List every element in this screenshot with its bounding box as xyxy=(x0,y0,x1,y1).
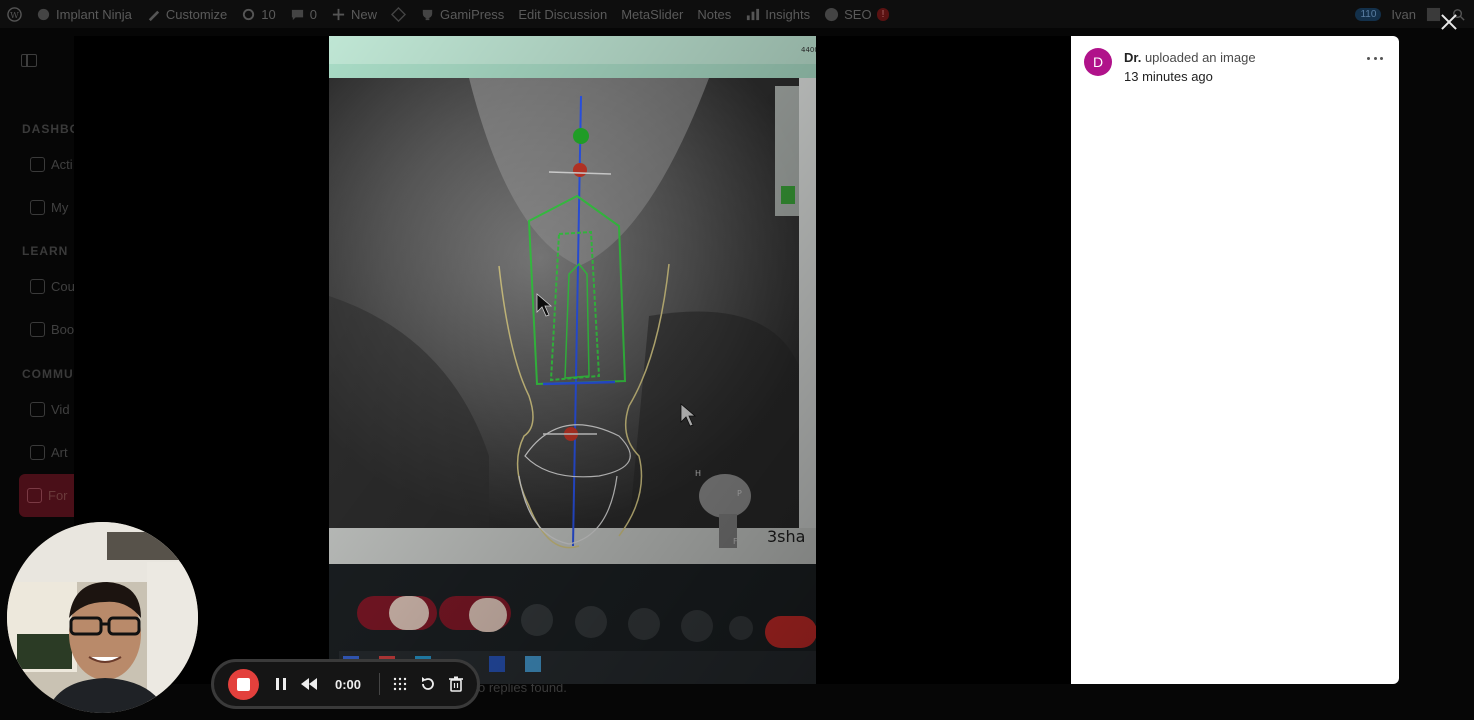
updates-count: 10 xyxy=(261,6,276,22)
course-icon xyxy=(30,278,45,294)
dot-icon xyxy=(1380,56,1383,60)
trash-icon xyxy=(449,676,463,692)
pause-button[interactable] xyxy=(267,670,295,698)
sidebar-item-label: Art xyxy=(51,444,68,460)
metaslider-label: MetaSlider xyxy=(621,6,684,22)
brush-icon xyxy=(148,10,159,21)
seo-badge: ! xyxy=(876,7,890,21)
seo-label: SEO xyxy=(844,6,872,22)
bar-chart-icon xyxy=(747,8,760,20)
video-icon xyxy=(30,401,45,417)
site-name: Implant Ninja xyxy=(56,6,132,22)
new-content-link[interactable]: New xyxy=(324,7,384,22)
photo-of-laptop-screen: 4400 3sha xyxy=(329,36,816,684)
seo-icon xyxy=(825,7,839,21)
sidebar-item-videos[interactable]: Vid xyxy=(22,394,74,424)
webcam-preview[interactable] xyxy=(7,522,198,713)
gamipress-label: GamiPress xyxy=(440,6,505,22)
insights-label: Insights xyxy=(765,6,811,22)
forum-icon xyxy=(27,488,42,503)
comments-count: 0 xyxy=(309,6,317,22)
dot-icon xyxy=(1367,56,1370,60)
user-name[interactable]: Ivan xyxy=(1391,7,1416,22)
author-avatar[interactable]: D xyxy=(1084,48,1112,76)
sidebar-item-forums[interactable]: For xyxy=(19,474,75,517)
upload-action: uploaded an image xyxy=(1141,50,1256,65)
sidebar-item-activity[interactable]: Acti xyxy=(22,149,74,179)
edit-discussion-label: Edit Discussion xyxy=(518,6,608,22)
uploaded-image[interactable]: 4400 3sha xyxy=(329,36,816,684)
upload-activity-line: Dr. uploaded an image xyxy=(1124,50,1256,65)
grid-dots-icon xyxy=(393,677,407,691)
site-name-link[interactable]: Implant Ninja xyxy=(29,7,139,22)
sidebar-toggle-icon[interactable] xyxy=(21,54,37,67)
recording-controls: 0:00 xyxy=(211,659,480,709)
edit-discussion-link[interactable]: Edit Discussion xyxy=(511,7,614,22)
notification-count[interactable]: 110 xyxy=(1355,7,1382,21)
drawing-tools-button[interactable] xyxy=(386,670,414,698)
notes-label: Notes xyxy=(697,6,732,22)
sidebar-item-articles[interactable]: Art xyxy=(22,437,74,467)
wordpress-icon: W xyxy=(7,6,22,22)
sidebar-item-label: Cou xyxy=(51,278,75,294)
insights-link[interactable]: Insights xyxy=(738,7,817,22)
customize-link[interactable]: Customize xyxy=(139,7,234,22)
rewind-icon xyxy=(301,678,317,690)
rewind-button[interactable] xyxy=(295,670,323,698)
admin-bar: W Implant Ninja Customize 10 0 New GamiP… xyxy=(0,0,1474,28)
profile-icon xyxy=(30,199,45,215)
sidebar-item-label: Boo xyxy=(51,321,75,337)
presenter-face-image xyxy=(7,522,198,713)
author-name[interactable]: Dr. xyxy=(1124,50,1141,65)
comments-link[interactable]: 0 xyxy=(283,7,324,22)
updates-link[interactable]: 10 xyxy=(234,7,282,22)
article-icon xyxy=(30,444,45,460)
sidebar-item-my[interactable]: My xyxy=(22,192,74,222)
stop-recording-button[interactable] xyxy=(228,668,259,700)
image-lightbox: 4400 3sha xyxy=(74,36,1071,684)
more-options-button[interactable] xyxy=(1367,51,1383,65)
customize-label: Customize xyxy=(165,6,228,22)
pause-icon xyxy=(276,678,286,690)
activity-icon xyxy=(30,156,45,172)
sidebar-item-label: My xyxy=(51,199,69,215)
restart-button[interactable] xyxy=(414,670,442,698)
wp-logo-button[interactable]: W xyxy=(0,6,29,22)
dot-icon xyxy=(1373,56,1377,60)
svg-text:W: W xyxy=(10,9,19,19)
metaslider-link[interactable]: MetaSlider xyxy=(614,7,690,22)
recording-timer: 0:00 xyxy=(334,676,362,692)
sidebar-item-label: Vid xyxy=(51,401,70,417)
sidebar-item-courses[interactable]: Cou xyxy=(22,271,75,301)
sidebar-item-label: Acti xyxy=(51,156,73,172)
divider xyxy=(379,673,380,695)
plugin-icon-link[interactable] xyxy=(384,6,413,22)
delete-recording-button[interactable] xyxy=(442,670,470,698)
sidebar-section-learn: LEARN xyxy=(22,244,69,258)
restart-icon xyxy=(422,677,434,690)
seo-link[interactable]: SEO ! xyxy=(817,7,896,22)
image-details-panel: D Dr. uploaded an image 13 minutes ago xyxy=(1071,36,1399,684)
trophy-icon xyxy=(422,9,433,20)
diamond-icon xyxy=(391,6,407,22)
sidebar-item-label: For xyxy=(48,488,68,503)
refresh-icon xyxy=(243,8,255,20)
plus-icon xyxy=(332,8,345,20)
book-icon xyxy=(30,321,45,337)
gamipress-link[interactable]: GamiPress xyxy=(413,7,511,22)
new-label: New xyxy=(351,6,378,22)
close-lightbox-button[interactable] xyxy=(1440,13,1458,31)
upload-time[interactable]: 13 minutes ago xyxy=(1124,69,1213,84)
comment-icon xyxy=(291,9,303,20)
sidebar-item-books[interactable]: Boo xyxy=(22,314,74,344)
user-avatar-icon[interactable] xyxy=(1426,7,1441,22)
notes-link[interactable]: Notes xyxy=(690,7,738,22)
home-icon xyxy=(37,8,50,20)
